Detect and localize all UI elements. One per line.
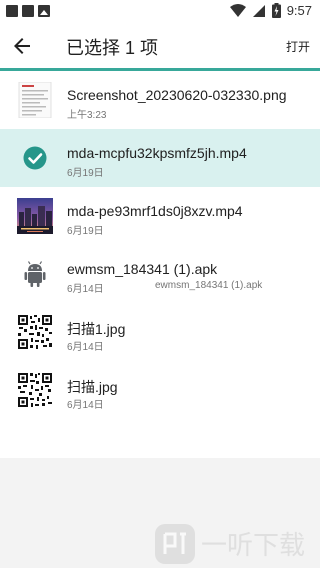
list-item[interactable]: Screenshot_20230620-032330.png 上午3:23 — [0, 71, 320, 129]
file-name: mda-mcpfu32kpsmfz5jh.mp4 — [67, 145, 247, 161]
android-icon — [24, 261, 46, 287]
file-date: 6月19日 — [67, 226, 104, 237]
file-list: Screenshot_20230620-032330.png 上午3:23 md… — [0, 71, 320, 419]
check-circle-icon[interactable] — [17, 140, 53, 176]
action-bar: 已选择 1 项 打开 — [0, 24, 320, 68]
page-title: 已选择 1 项 — [66, 38, 159, 58]
qr-code-thumbnail — [17, 314, 53, 350]
file-date: 6月19日 — [67, 168, 104, 179]
watermark-logo: 一听下载 — [155, 524, 305, 564]
list-item-selected[interactable]: mda-mcpfu32kpsmfz5jh.mp4 6月19日 — [0, 129, 320, 187]
screenshot-thumbnail — [18, 82, 52, 118]
notification-square-icon — [6, 5, 18, 17]
status-bar: 9:57 — [0, 0, 320, 24]
file-summary: ewmsm_184341 (1).apk — [155, 280, 263, 291]
signal-icon — [252, 4, 265, 17]
status-icons: 9:57 — [229, 3, 312, 18]
file-date: 6月14日 — [67, 342, 104, 353]
list-item[interactable]: mda-pe93mrf1ds0j8xzv.mp4 6月19日 — [0, 187, 320, 245]
file-date: 6月14日 — [67, 400, 104, 411]
video-thumbnail — [17, 198, 53, 234]
battery-charging-icon — [271, 3, 281, 18]
qr-code-thumbnail — [17, 372, 53, 408]
file-name: mda-pe93mrf1ds0j8xzv.mp4 — [67, 203, 243, 219]
image-notification-icon — [38, 5, 50, 17]
file-name: 扫描1.jpg — [67, 321, 126, 337]
notification-icons — [6, 5, 50, 17]
clock: 9:57 — [286, 3, 312, 18]
open-button[interactable]: 打开 — [286, 38, 310, 55]
notification-square-icon — [22, 5, 34, 17]
file-name: ewmsm_184341 (1).apk — [67, 261, 218, 277]
wifi-icon — [229, 3, 246, 17]
file-name: Screenshot_20230620-032330.png — [67, 87, 287, 103]
list-item[interactable]: 扫描1.jpg 6月14日 — [0, 303, 320, 361]
watermark-text: 一听下载 — [201, 531, 305, 561]
file-date: 上午3:23 — [67, 110, 107, 121]
list-item[interactable]: 扫描.jpg 6月14日 — [0, 361, 320, 419]
back-arrow-icon[interactable] — [10, 34, 34, 58]
list-item[interactable]: ewmsm_184341 (1).apk 6月14日 ewmsm_184341 … — [0, 245, 320, 303]
file-date: 6月14日 — [67, 284, 104, 295]
file-name: 扫描.jpg — [67, 379, 118, 395]
